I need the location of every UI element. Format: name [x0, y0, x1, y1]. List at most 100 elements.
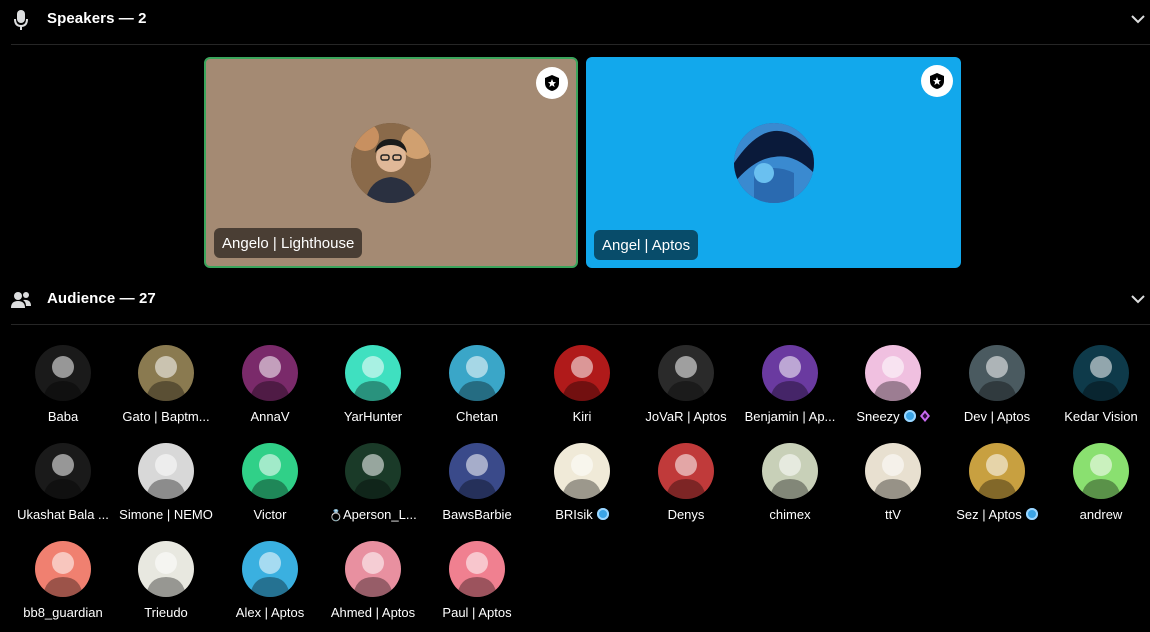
- audience-avatar: [242, 541, 298, 597]
- audience-name-text: Ukashat Bala ...: [17, 507, 109, 522]
- audience-name-text: bb8_guardian: [23, 605, 103, 620]
- audience-name: 💍Aperson_L...: [318, 507, 428, 522]
- audience-avatar: [865, 443, 921, 499]
- audience-name: Victor: [215, 507, 325, 522]
- audience-divider: [11, 324, 1150, 325]
- audience-member[interactable]: AnnaV: [215, 345, 325, 435]
- audience-name: Ukashat Bala ...: [8, 507, 118, 522]
- audience-member[interactable]: andrew: [1046, 443, 1150, 533]
- audience-member[interactable]: Kiri: [527, 345, 637, 435]
- audience-name-text: Chetan: [456, 409, 498, 424]
- audience-name: chimex: [735, 507, 845, 522]
- audience-member[interactable]: Alex | Aptos: [215, 541, 325, 631]
- audience-name-text: Gato | Baptm...: [122, 409, 210, 424]
- audience-avatar: [35, 345, 91, 401]
- audience-avatar: [449, 443, 505, 499]
- audience-name: BawsBarbie: [422, 507, 532, 522]
- audience-avatar: [138, 443, 194, 499]
- speakers-header[interactable]: Speakers — 2: [0, 0, 1150, 40]
- audience-name: ttV: [838, 507, 948, 522]
- audience-name-text: Kedar Vision: [1064, 409, 1138, 424]
- audience-avatar: [1073, 443, 1129, 499]
- audience-member[interactable]: 💍Aperson_L...: [318, 443, 428, 533]
- speaker-tile[interactable]: Angel | Aptos: [586, 57, 961, 268]
- shield-star-icon: [921, 65, 953, 97]
- audience-avatar: [969, 443, 1025, 499]
- audience-member[interactable]: Ahmed | Aptos: [318, 541, 428, 631]
- audience-avatar: [138, 541, 194, 597]
- audience-member[interactable]: Paul | Aptos: [422, 541, 532, 631]
- audience-header[interactable]: Audience — 27: [0, 280, 1150, 320]
- audience-member[interactable]: Simone | NEMO: [111, 443, 221, 533]
- audience-name-text: Sez | Aptos: [956, 507, 1022, 522]
- audience-member[interactable]: BawsBarbie: [422, 443, 532, 533]
- audience-avatar: [969, 345, 1025, 401]
- audience-name: Chetan: [422, 409, 532, 424]
- audience-name: JoVaR | Aptos: [631, 409, 741, 424]
- microphone-icon: [10, 10, 32, 30]
- speaker-tile[interactable]: Angelo | Lighthouse: [204, 57, 578, 268]
- audience-avatar: [138, 345, 194, 401]
- audience-name-text: Ahmed | Aptos: [330, 605, 416, 620]
- audience-name-text: chimex: [769, 507, 811, 522]
- audience-name-text: Simone | NEMO: [119, 507, 213, 522]
- audience-avatar: [554, 345, 610, 401]
- audience-member[interactable]: ttV: [838, 443, 948, 533]
- audience-name: Baba: [8, 409, 118, 424]
- audience-avatar: [345, 541, 401, 597]
- audience-avatar: [35, 541, 91, 597]
- audience-name-text: AnnaV: [250, 409, 290, 424]
- audience-member[interactable]: Kedar Vision: [1046, 345, 1150, 435]
- audience-member[interactable]: JoVaR | Aptos: [631, 345, 741, 435]
- audience-name-text: Baba: [47, 409, 79, 424]
- audience-member[interactable]: Gato | Baptm...: [111, 345, 221, 435]
- audience-name: Sneezy: [838, 409, 948, 424]
- audience-name-text: andrew: [1079, 507, 1123, 522]
- audience-name: Simone | NEMO: [111, 507, 221, 522]
- audience-avatar: [658, 443, 714, 499]
- audience-member[interactable]: bb8_guardian: [8, 541, 118, 631]
- audience-name-text: YarHunter: [343, 409, 403, 424]
- audience-name-text: Aperson_L...: [342, 507, 417, 522]
- audience-avatar: [242, 443, 298, 499]
- audience-name-text: Dev | Aptos: [963, 409, 1031, 424]
- audience-name-text: BawsBarbie: [442, 507, 512, 522]
- chevron-down-icon[interactable]: [1130, 290, 1146, 308]
- people-icon: [10, 290, 32, 310]
- audience-name: AnnaV: [215, 409, 325, 424]
- audience-member[interactable]: Denys: [631, 443, 741, 533]
- speakers-title: Speakers — 2: [47, 10, 147, 27]
- audience-name-text: Trieudo: [144, 605, 188, 620]
- audience-name-text: Kiri: [572, 409, 592, 424]
- audience-name: Kedar Vision: [1046, 409, 1150, 424]
- audience-member[interactable]: Sez | Aptos: [942, 443, 1052, 533]
- audience-member[interactable]: YarHunter: [318, 345, 428, 435]
- audience-member[interactable]: BRIsik: [527, 443, 637, 533]
- audience-member[interactable]: chimex: [735, 443, 845, 533]
- audience-avatar: [762, 443, 818, 499]
- audience-name: Trieudo: [111, 605, 221, 620]
- audience-name: Kiri: [527, 409, 637, 424]
- audience-member[interactable]: Benjamin | Ap...: [735, 345, 845, 435]
- audience-avatar: [345, 443, 401, 499]
- chevron-down-icon[interactable]: [1130, 10, 1146, 28]
- audience-member[interactable]: Victor: [215, 443, 325, 533]
- audience-name: YarHunter: [318, 409, 428, 424]
- speaker-name: Angel | Aptos: [594, 230, 699, 260]
- audience-name-text: ttV: [885, 507, 901, 522]
- audience-avatar: [865, 345, 921, 401]
- audience-name-text: Paul | Aptos: [442, 605, 512, 620]
- speaker-avatar: [351, 122, 431, 203]
- audience-name: bb8_guardian: [8, 605, 118, 620]
- audience-member[interactable]: Chetan: [422, 345, 532, 435]
- globe-icon: [903, 410, 916, 422]
- audience-member[interactable]: Sneezy: [838, 345, 948, 435]
- audience-member[interactable]: Dev | Aptos: [942, 345, 1052, 435]
- audience-name-text: Benjamin | Ap...: [744, 409, 836, 424]
- audience-member[interactable]: Ukashat Bala ...: [8, 443, 118, 533]
- audience-member[interactable]: Trieudo: [111, 541, 221, 631]
- audience-name: Denys: [631, 507, 741, 522]
- audience-member[interactable]: Baba: [8, 345, 118, 435]
- audience-name: Paul | Aptos: [422, 605, 532, 620]
- audience-avatar: [658, 345, 714, 401]
